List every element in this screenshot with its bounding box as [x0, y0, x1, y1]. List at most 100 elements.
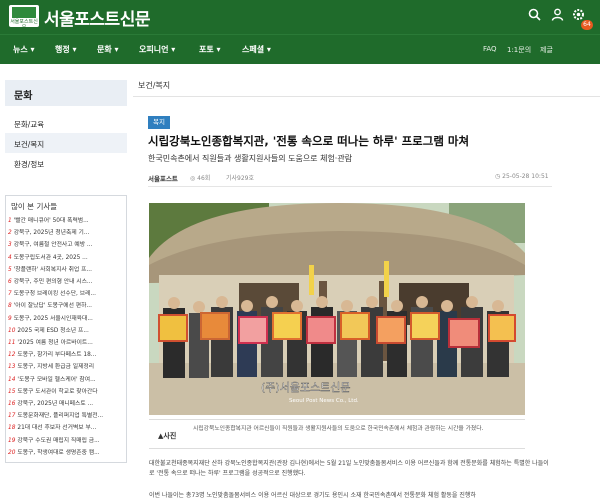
article-title: 시립강북노인종합복지관, '전통 속으로 떠나는 하루' 프로그램 마쳐	[148, 134, 470, 148]
popular-article-rank: 11	[8, 340, 16, 346]
popular-article-title: '도봉구 모바일 헬스케어' 참여...	[17, 376, 96, 383]
popular-article-item[interactable]: 12 도봉구, 항가리 부다페스트 18...	[8, 350, 126, 361]
nav-opinion[interactable]: 오피니언 ▾	[139, 44, 175, 55]
popular-article-rank: 13	[8, 364, 16, 371]
article-issue: 기사929호	[226, 175, 255, 182]
popular-article-item[interactable]: 19 강북구 수도권 매립지 직매립 금...	[8, 436, 126, 447]
popular-article-item[interactable]: 4 도봉구립도서관 4곳, 2025 ...	[8, 253, 126, 264]
popular-article-rank: 16	[8, 401, 16, 407]
notification-badge: 64	[581, 20, 593, 30]
article-views: ◎ 46회	[190, 175, 211, 182]
category-item-health-welfare[interactable]: 보건/복지	[5, 133, 127, 153]
popular-article-rank: 17	[8, 413, 16, 420]
divider	[133, 96, 600, 97]
popular-article-item[interactable]: 7 도봉구청 브레이킹 선수단, 브레...	[8, 289, 126, 300]
article-body-paragraph: 이번 나들이는 총73명 노인맞춤돌봄서비스 이용 어르신 대상으로 경기도 용…	[149, 492, 476, 499]
popular-article-rank: 3	[8, 242, 12, 249]
popular-article-item[interactable]: 8 '아이 잘났답' 도봉구에선 편하...	[8, 301, 126, 312]
popular-article-rank: 9	[8, 315, 12, 322]
popular-article-title: 도봉구, 항가리 부다페스트 18...	[17, 352, 97, 359]
category-item-env-info[interactable]: 환경/정보	[5, 153, 127, 173]
popular-article-title: 강북구 수도권 매립지 직매립 금...	[17, 437, 100, 444]
nav-special[interactable]: 스페셜 ▾	[242, 44, 271, 55]
nav-admin[interactable]: 행정 ▾	[55, 44, 77, 55]
popular-article-title: 강북구, 여름철 안전사고 예방 ...	[13, 242, 93, 249]
logo-text: 서울포스트신문	[10, 19, 38, 31]
popular-article-title: '빨간 매니큐어' 50대 폭력범...	[13, 218, 89, 224]
popular-article-item[interactable]: 10 2025 국제 ESD 청소년 프...	[8, 326, 126, 337]
popular-article-rank: 12	[8, 352, 16, 359]
article-date: ◷ 25-05-28 10:51	[495, 173, 549, 180]
popular-article-rank: 5	[8, 266, 12, 273]
popular-article-title: 21대 대선 후보자 선거벽보 부...	[17, 425, 97, 432]
popular-article-rank: 15	[8, 388, 16, 395]
site-brand[interactable]: 서울포스트신문	[44, 5, 150, 30]
popular-article-rank: 2	[8, 230, 12, 237]
popular-article-title: 도봉구립도서관 4곳, 2025 ...	[13, 254, 88, 261]
popular-article-title: '2025 여름 청년 아르바이트...	[17, 340, 93, 346]
popular-article-title: '창플랜하' 사회복지사 취업 프...	[13, 266, 92, 273]
popular-article-item[interactable]: 3 강북구, 여름철 안전사고 예방 ...	[8, 240, 126, 251]
popular-article-title: 도봉문화재단, 플리퍼지업 특별전...	[17, 413, 104, 420]
popular-article-item[interactable]: 2 강북구, 2025년 청년축제 기...	[8, 228, 126, 239]
category-title: 문화	[14, 91, 33, 102]
popular-article-rank: 20	[8, 449, 16, 456]
nav-photo[interactable]: 포토 ▾	[199, 44, 221, 55]
popular-article-rank: 18	[8, 425, 16, 432]
nav-faq[interactable]: FAQ	[483, 45, 497, 53]
site-logo[interactable]: 서울포스트신문	[9, 5, 39, 31]
popular-article-title: 2025 국제 ESD 청소년 프...	[17, 327, 89, 334]
article-photo: (주)서울포스트신문 Seoul Post News Co., Ltd.	[149, 203, 525, 415]
photo-watermark: (주)서울포스트신문	[261, 381, 351, 394]
photo-caption: 시립강북노인종합복지관 어르신들이 직원들과 생활지원사들의 도움으로 한국민속…	[193, 426, 484, 432]
popular-article-item[interactable]: 11'2025 여름 청년 아르바이트...	[8, 338, 126, 349]
breadcrumb[interactable]: 보건/복지	[138, 80, 170, 91]
popular-article-title: 강북구, 2025년 청년축제 기...	[13, 230, 90, 237]
nav-inquiry[interactable]: 1:1문의	[507, 45, 531, 55]
popular-article-item[interactable]: 15 도봉구 도서관이 학교로 찾아간다	[8, 387, 126, 398]
popular-article-title: 도봉구청 브레이킹 선수단, 브레...	[13, 291, 96, 298]
popular-article-item[interactable]: 17 도봉문화재단, 플리퍼지업 특별전...	[8, 411, 126, 422]
popular-article-rank: 7	[8, 291, 12, 298]
divider	[148, 186, 552, 187]
user-icon[interactable]	[549, 8, 565, 24]
top-header: 서울포스트신문 서울포스트신문 64	[0, 0, 600, 34]
nav-write[interactable]: 제글	[540, 45, 553, 55]
category-tag[interactable]: 복지	[148, 116, 170, 129]
popular-article-rank: 1	[8, 218, 12, 224]
popular-article-item[interactable]: 9 도봉구, 2025 서울시인재육대...	[8, 314, 126, 325]
popular-article-item[interactable]: 16 강북구, 2025년 매니페스토 ...	[8, 399, 126, 410]
article-subtitle: 한국민속촌에서 직원들과 생활지원사들의 도움으로 체험·관람	[148, 154, 353, 163]
photo-watermark-en: Seoul Post News Co., Ltd.	[289, 398, 359, 404]
search-icon[interactable]	[526, 8, 542, 24]
article-author: 서울포스트	[148, 175, 178, 183]
popular-article-rank: 6	[8, 279, 12, 285]
popular-article-rank: 10	[8, 327, 16, 334]
popular-article-item[interactable]: 5 '창플랜하' 사회복지사 취업 프...	[8, 265, 126, 276]
logo-emblem	[12, 7, 36, 18]
popular-articles-title: 많이 본 기사들	[11, 202, 58, 211]
popular-article-title: 도봉구, 2025 서울시인재육대...	[13, 315, 93, 322]
popular-article-rank: 4	[8, 254, 12, 261]
caption-label: ▲사진	[158, 432, 177, 440]
popular-article-item[interactable]: 6 강북구, 주민 편의형 안내 시스...	[8, 277, 126, 288]
category-item-culture-edu[interactable]: 문화/교육	[5, 113, 127, 133]
nav-culture[interactable]: 문화 ▾	[97, 44, 119, 55]
popular-article-title: 도봉구, 지방세 환급금 일제정리	[17, 364, 95, 371]
popular-article-rank: 19	[8, 437, 16, 444]
article-body-paragraph: 대한불교천태종복지재단 산하 강북노인종합복지관(관장 김나현)에서는 5월 2…	[149, 460, 549, 477]
popular-article-title: 강북구, 주민 편의형 안내 시스...	[13, 279, 93, 285]
nav-news[interactable]: 뉴스 ▾	[13, 44, 35, 55]
popular-article-item[interactable]: 14 '도봉구 모바일 헬스케어' 참여...	[8, 375, 126, 386]
popular-article-item[interactable]: 13 도봉구, 지방세 환급금 일제정리	[8, 362, 126, 373]
popular-article-item[interactable]: 1 '빨간 매니큐어' 50대 폭력범...	[8, 216, 126, 227]
popular-article-rank: 8	[8, 303, 12, 310]
popular-article-rank: 14	[8, 376, 16, 383]
popular-article-title: 강북구, 2025년 매니페스토 ...	[17, 401, 94, 407]
popular-article-item[interactable]: 18 21대 대선 후보자 선거벽보 부...	[8, 423, 126, 434]
popular-article-title: 도봉구, 학생여대로 생명존중 캠...	[17, 449, 100, 456]
popular-article-item[interactable]: 20 도봉구, 학생여대로 생명존중 캠...	[8, 448, 126, 459]
main-nav: 뉴스 ▾ 행정 ▾ 문화 ▾ 오피니언 ▾ 포토 ▾ 스페셜 ▾ FAQ 1:1…	[0, 34, 600, 64]
popular-article-title: '아이 잘났답' 도봉구에선 편하...	[13, 303, 92, 310]
popular-article-title: 도봉구 도서관이 학교로 찾아간다	[17, 388, 98, 395]
